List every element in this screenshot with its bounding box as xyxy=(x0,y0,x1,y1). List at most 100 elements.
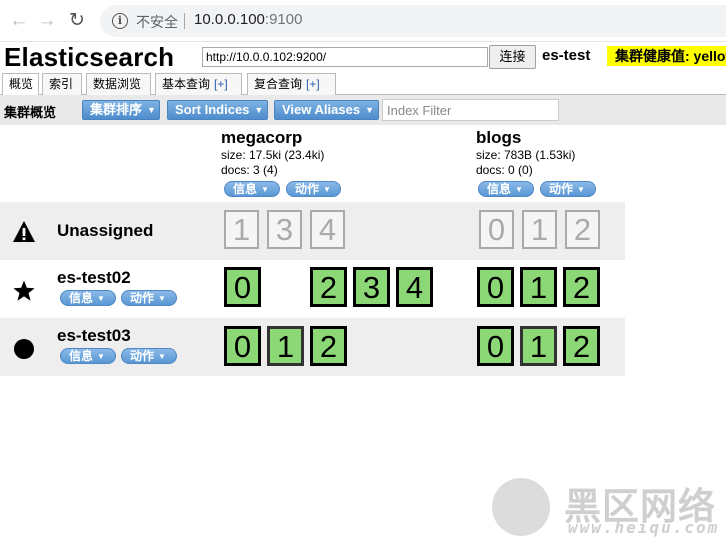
shard-primary[interactable]: 0 xyxy=(224,267,261,307)
watermark-logo-icon xyxy=(492,478,550,536)
node-name: es-test03 xyxy=(57,326,131,345)
button-label: 信息 xyxy=(233,182,258,196)
shard-unassigned[interactable]: 0 xyxy=(479,210,514,249)
tab-plus[interactable]: [+] xyxy=(214,77,228,91)
shard-primary[interactable]: 1 xyxy=(520,267,557,307)
button-label: 信息 xyxy=(487,182,512,196)
warning-icon xyxy=(13,221,35,242)
index-docs: docs: 0 (0) xyxy=(476,163,533,177)
address-url[interactable]: 10.0.0.100:9100 xyxy=(194,11,302,28)
button-label: Sort Indices xyxy=(175,102,250,117)
chevron-down-icon: ▼ xyxy=(577,185,585,194)
button-label: 动作 xyxy=(130,349,155,363)
node-info-button[interactable]: 信息 ▼ xyxy=(60,290,116,306)
index-size: size: 17.5ki (23.4ki) xyxy=(221,148,325,162)
button-label: 信息 xyxy=(69,349,94,363)
chevron-down-icon: ▼ xyxy=(323,185,331,194)
tab-basic-query[interactable]: 基本查询 [+] xyxy=(155,73,242,95)
tab-compound-query[interactable]: 复合查询 [+] xyxy=(247,73,336,95)
url-host: 10.0.0.100 xyxy=(194,11,265,28)
app-title: Elasticsearch xyxy=(4,42,175,72)
button-label: 动作 xyxy=(549,182,574,196)
chevron-down-icon: ▼ xyxy=(158,352,166,361)
cluster-name: es-test xyxy=(542,47,591,64)
forward-icon[interactable]: → xyxy=(36,10,58,32)
tab-overview[interactable]: 概览 xyxy=(2,73,39,96)
node-action-button[interactable]: 动作 ▼ xyxy=(121,348,177,364)
connect-button[interactable]: 连接 xyxy=(489,45,536,69)
shard-replica[interactable]: 1 xyxy=(267,326,304,366)
index-info-button[interactable]: 信息 ▼ xyxy=(224,181,280,197)
info-icon[interactable]: i xyxy=(112,13,128,29)
shard-replica[interactable]: 1 xyxy=(520,326,557,366)
button-label: View Aliases xyxy=(282,102,361,117)
shard-primary[interactable]: 0 xyxy=(477,326,514,366)
shard-unassigned[interactable]: 2 xyxy=(565,210,600,249)
tab-label: 数据浏览 xyxy=(93,77,142,91)
cluster-health-badge: 集群健康值: yellow xyxy=(607,46,726,66)
shard-unassigned[interactable]: 3 xyxy=(267,210,302,249)
cluster-sort-button[interactable]: 集群排序 ▼ xyxy=(82,100,160,120)
circle-icon xyxy=(14,339,34,359)
button-label: 动作 xyxy=(130,291,155,305)
watermark-url: www.heiqu.com xyxy=(568,518,720,537)
index-info-button[interactable]: 信息 ▼ xyxy=(478,181,534,197)
node-name: Unassigned xyxy=(57,221,154,240)
index-docs: docs: 3 (4) xyxy=(221,163,278,177)
shard-primary[interactable]: 2 xyxy=(563,326,600,366)
index-filter-input[interactable] xyxy=(382,99,559,121)
shard-primary[interactable]: 2 xyxy=(310,326,347,366)
tab-label: 索引 xyxy=(49,77,74,91)
index-action-button[interactable]: 动作 ▼ xyxy=(286,181,341,197)
browser-toolbar: ← → ↻ i 不安全 10.0.0.100:9100 xyxy=(0,0,726,42)
index-action-button[interactable]: 动作 ▼ xyxy=(540,181,596,197)
index-name: blogs xyxy=(476,128,522,147)
index-header-megacorp: megacorp size: 17.5ki (23.4ki) docs: 3 (… xyxy=(221,128,324,178)
url-port: :9100 xyxy=(264,11,303,28)
node-action-button[interactable]: 动作 ▼ xyxy=(121,290,177,306)
chevron-down-icon: ▼ xyxy=(261,185,269,194)
index-name: megacorp xyxy=(221,128,303,147)
overview-toolbar: 集群概览 集群排序 ▼ Sort Indices ▼ View Aliases ▼ xyxy=(0,95,726,125)
view-aliases-button[interactable]: View Aliases ▼ xyxy=(274,100,379,120)
tab-indices[interactable]: 索引 xyxy=(42,73,82,95)
node-info-button[interactable]: 信息 ▼ xyxy=(60,348,116,364)
node-row-es-test03: es-test03 信息 ▼ 动作 ▼ 0 1 2 0 1 2 xyxy=(0,318,625,376)
tab-plus[interactable]: [+] xyxy=(306,77,320,91)
sort-indices-button[interactable]: Sort Indices ▼ xyxy=(167,100,268,120)
shard-unassigned[interactable]: 1 xyxy=(522,210,557,249)
tab-label: 复合查询 xyxy=(254,77,303,91)
button-label: 集群排序 xyxy=(90,102,143,117)
security-label: 不安全 xyxy=(136,14,178,30)
connect-url-input[interactable] xyxy=(202,47,488,67)
separator xyxy=(184,13,185,29)
shard-unassigned[interactable]: 4 xyxy=(310,210,345,249)
chevron-down-icon: ▼ xyxy=(365,105,374,115)
toolbar-label: 集群概览 xyxy=(4,105,57,120)
shard-primary[interactable]: 0 xyxy=(224,326,261,366)
chevron-down-icon: ▼ xyxy=(147,105,156,115)
tab-browser[interactable]: 数据浏览 xyxy=(86,73,151,95)
chevron-down-icon: ▼ xyxy=(254,105,264,115)
back-icon[interactable]: ← xyxy=(8,10,30,32)
node-row-unassigned: Unassigned 1 3 4 0 1 2 xyxy=(0,202,625,260)
reload-icon[interactable]: ↻ xyxy=(66,10,88,32)
shard-primary[interactable]: 0 xyxy=(477,267,514,307)
address-bar[interactable]: i 不安全 10.0.0.100:9100 xyxy=(100,5,726,37)
node-name: es-test02 xyxy=(57,268,131,287)
button-label: 信息 xyxy=(69,291,94,305)
shard-primary[interactable]: 2 xyxy=(310,267,347,307)
star-icon xyxy=(13,280,35,301)
tab-label: 基本查询 xyxy=(162,77,211,91)
index-size: size: 783B (1.53ki) xyxy=(476,148,576,162)
shard-primary[interactable]: 2 xyxy=(563,267,600,307)
tab-label: 概览 xyxy=(9,77,34,91)
index-header-blogs: blogs size: 783B (1.53ki) docs: 0 (0) xyxy=(476,128,575,178)
tab-bar: 概览 索引 数据浏览 基本查询 [+] 复合查询 [+] xyxy=(0,71,726,96)
chevron-down-icon: ▼ xyxy=(158,294,166,303)
shard-primary[interactable]: 4 xyxy=(396,267,433,307)
shard-unassigned[interactable]: 1 xyxy=(224,210,259,249)
node-row-es-test02: es-test02 信息 ▼ 动作 ▼ 0 2 3 4 0 1 2 xyxy=(0,260,625,318)
button-label: 动作 xyxy=(295,182,320,196)
shard-primary[interactable]: 3 xyxy=(353,267,390,307)
